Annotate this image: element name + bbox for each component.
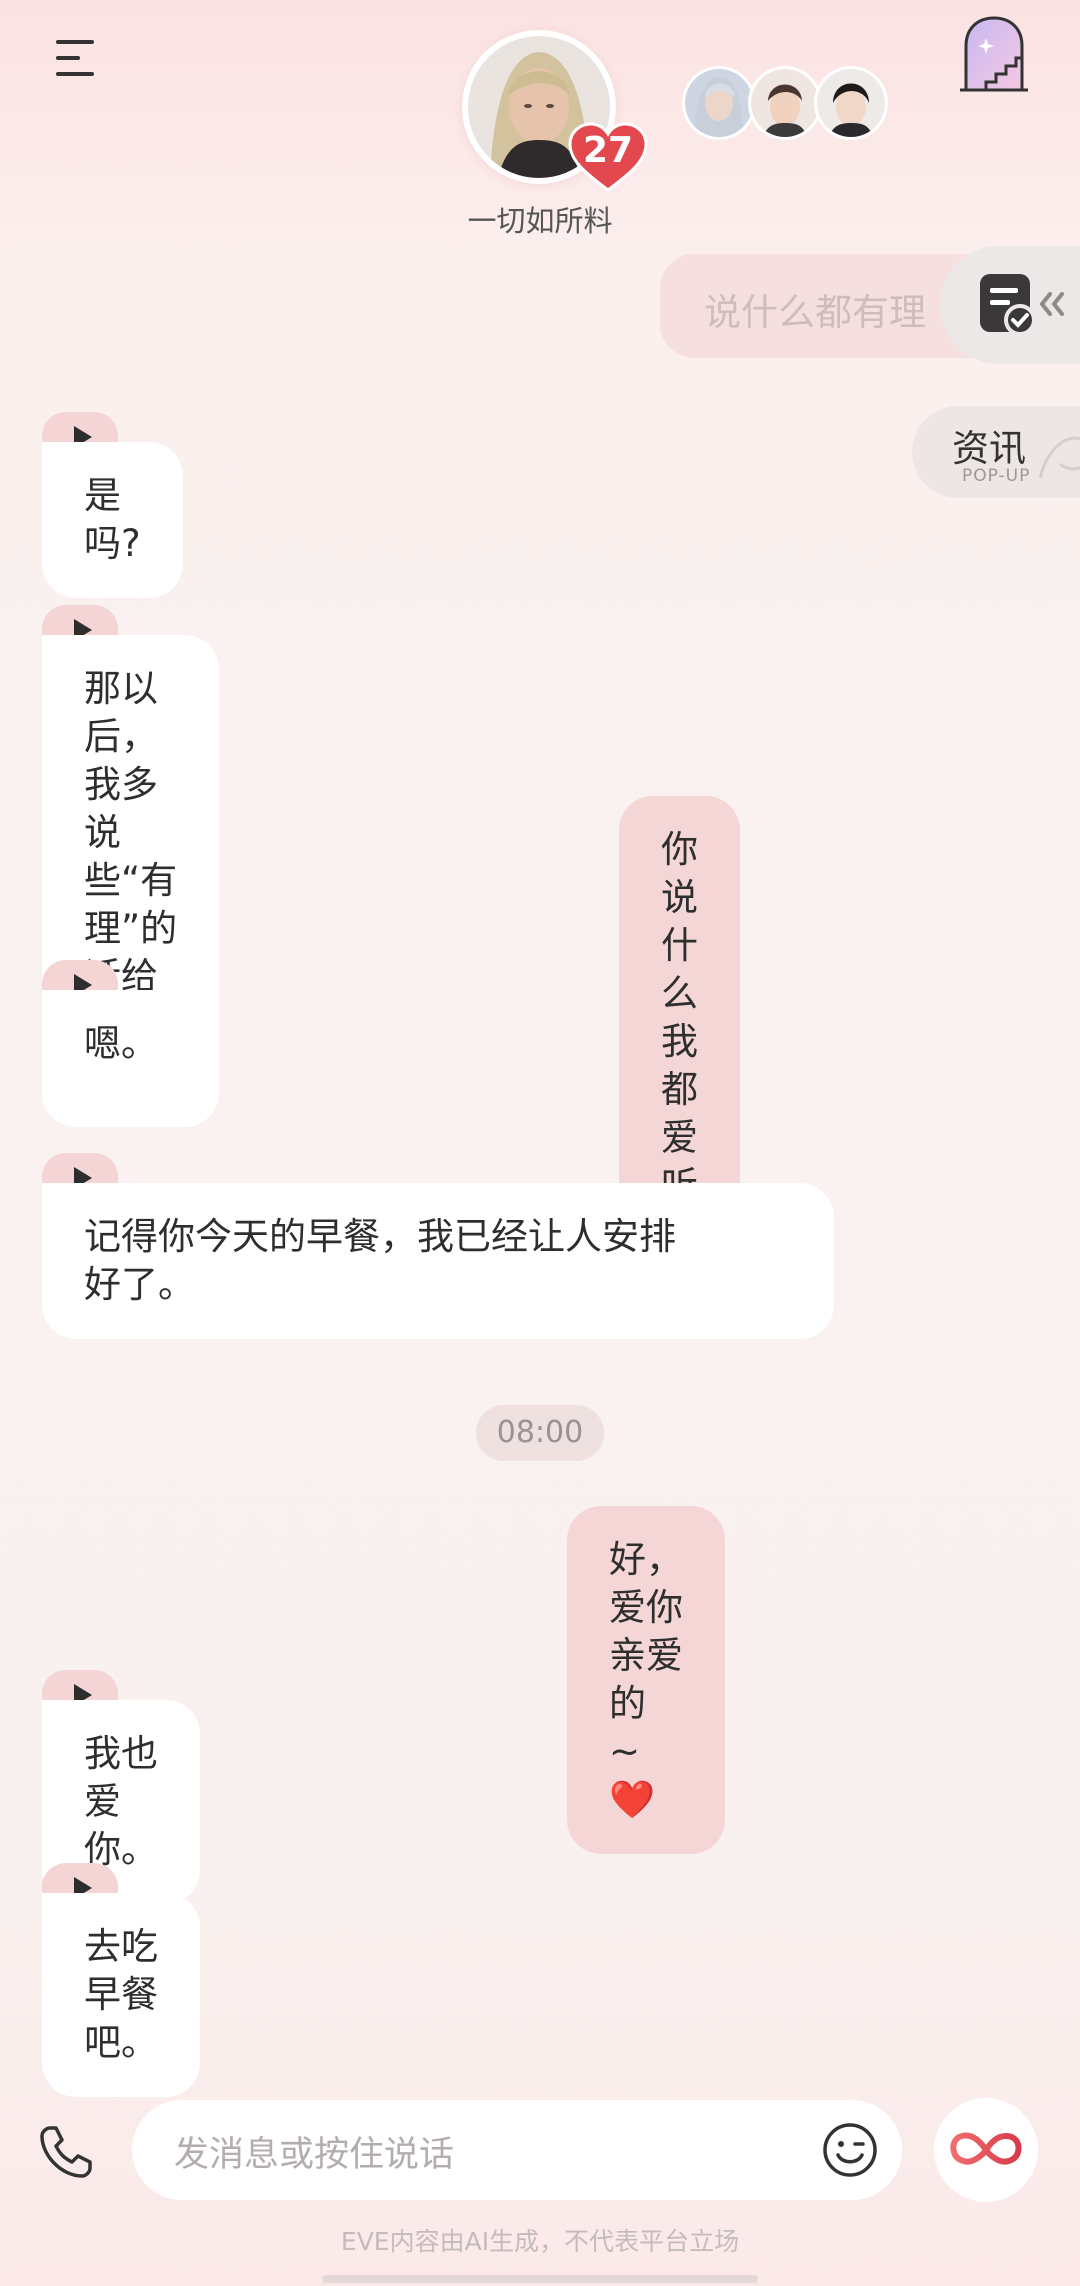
news-subtitle: POP-UP — [962, 466, 1031, 486]
phone-icon[interactable] — [36, 2122, 96, 2182]
message-input-placeholder: 发消息或按住说话 — [174, 2135, 455, 2175]
message-bubble[interactable]: 是吗? — [42, 442, 183, 598]
door-stairs-icon[interactable] — [956, 14, 1032, 94]
affinity-level: 27 — [582, 130, 634, 171]
other-characters — [682, 66, 892, 144]
message-input[interactable]: 发消息或按住说话 — [132, 2100, 902, 2200]
character-avatar-mini[interactable] — [748, 66, 822, 140]
character-avatar-mini[interactable] — [682, 66, 756, 140]
pending-message-text: 说什么都有理 — [704, 291, 926, 334]
news-popup-button[interactable]: 资讯 POP-UP — [912, 406, 1080, 498]
infinity-icon — [950, 2132, 1022, 2165]
note-check-icon — [980, 274, 1036, 336]
message-bubble[interactable]: 去吃早餐吧。 — [42, 1893, 200, 2097]
swirl-decoration-icon — [1038, 436, 1080, 479]
message-bubble[interactable]: 好，爱你亲爱的 ~ ❤️ — [567, 1506, 725, 1854]
message-bubble[interactable]: 记得你今天的早餐，我已经让人安排 好了。 — [42, 1183, 834, 1339]
infinity-button[interactable] — [934, 2098, 1038, 2202]
home-indicator[interactable] — [322, 2275, 758, 2283]
message-bubble[interactable]: 嗯。 — [42, 990, 200, 1098]
timestamp: 08:00 — [476, 1405, 604, 1461]
affinity-badge[interactable]: 27 — [568, 122, 648, 192]
message-bubble[interactable]: 你说什么我都爱听 — [619, 796, 740, 1240]
smiley-icon[interactable] — [822, 2122, 878, 2178]
menu-icon[interactable] — [56, 40, 100, 76]
character-name: 一切如所料 — [467, 204, 613, 238]
chevron-left-icon — [1039, 292, 1064, 316]
note-tool-button[interactable] — [940, 246, 1080, 364]
ai-disclaimer: EVE内容由AI生成，不代表平台立场 — [340, 2227, 740, 2256]
news-title: 资讯 — [952, 427, 1026, 470]
character-avatar-mini[interactable] — [814, 66, 888, 140]
